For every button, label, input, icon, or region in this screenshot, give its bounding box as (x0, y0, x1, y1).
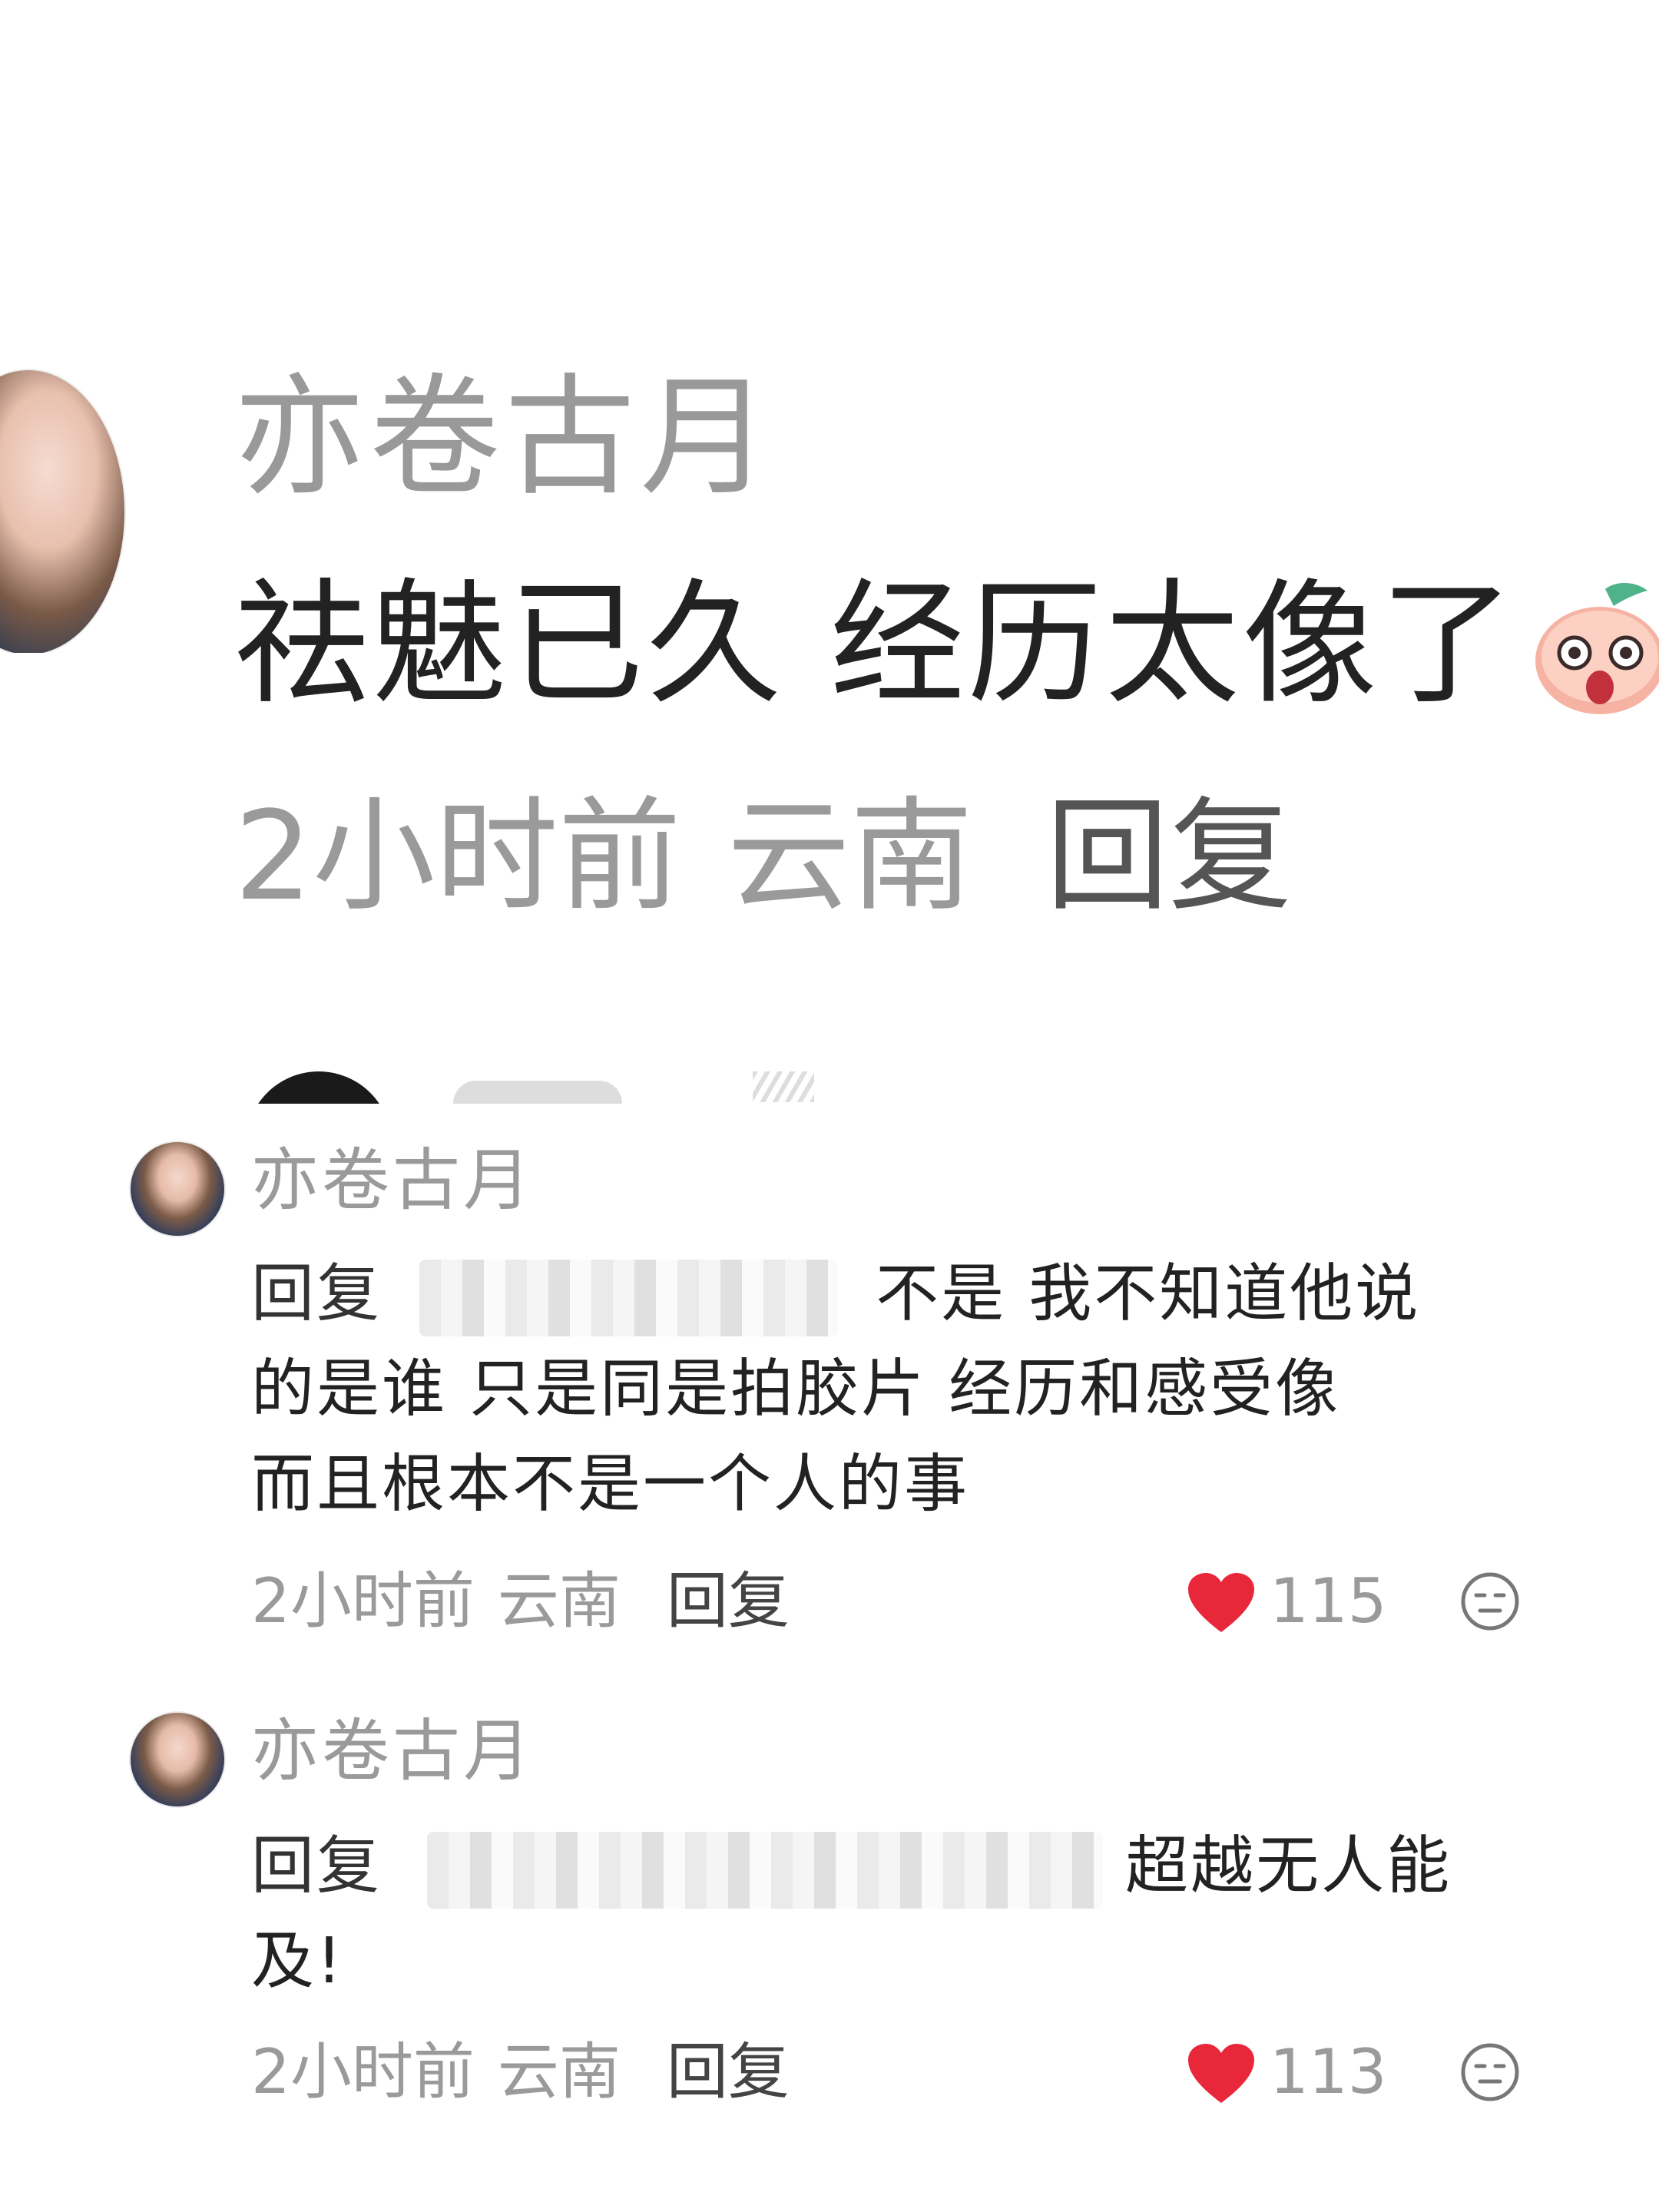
reply-line-1: 回复 超越无人能 (251, 1819, 1557, 1914)
comment-text: 祛魅已久 经历太像了 (234, 565, 1518, 726)
reply-button[interactable]: 回复 (667, 1565, 790, 1637)
reply-text-line: 超越无人能 (1125, 1830, 1452, 1902)
reply-button[interactable]: 回复 (667, 2036, 790, 2108)
comment-meta: 2小时前 云南 回复 (234, 780, 1292, 933)
like-count: 115 (1270, 1565, 1387, 1637)
avatar-image (0, 369, 126, 653)
comment-time: 2小时前 (234, 784, 681, 928)
reply-meta: 2小时前 云南 回复 (251, 1563, 790, 1640)
reply-username[interactable]: 亦卷古月 (251, 1141, 534, 1220)
reply-username[interactable]: 亦卷古月 (251, 1711, 534, 1791)
reply-text: 回复 超越无人能 及! (251, 1819, 1557, 2009)
comment-location: 云南 (727, 784, 973, 928)
avatar (246, 1071, 392, 1104)
reply-time: 2小时前 (251, 2036, 475, 2108)
blurred-username-mask (427, 1831, 1104, 1909)
cropped-glyph (753, 1071, 814, 1102)
reply-prefix: 回复 (251, 1257, 382, 1330)
comment-text-content: 祛魅已久 经历太像了 (234, 567, 1518, 723)
blurred-username-mask (419, 1259, 839, 1336)
like-button[interactable]: 115 (1187, 1563, 1463, 1640)
avatar[interactable] (129, 1141, 226, 1237)
reply-location: 云南 (497, 1565, 621, 1637)
like-button[interactable]: 113 (1187, 2034, 1463, 2111)
like-count: 113 (1270, 2036, 1387, 2108)
reply-button[interactable]: 回复 (1046, 784, 1292, 928)
avatar[interactable] (129, 1711, 226, 1808)
dislike-face-icon[interactable] (1459, 2041, 1521, 2103)
reply-line-2: 及! (251, 1925, 344, 1998)
heart-icon (1188, 1573, 1254, 1632)
reply-text: 回复 不是 我不知道他说 的是谁 只是同是拍胶片 经历和感受像 而且根本不是一个… (251, 1247, 1557, 1532)
cropped-next-comment (246, 1071, 937, 1104)
heart-icon (1188, 2044, 1254, 2103)
reply-line-1: 回复 不是 我不知道他说 (251, 1247, 1557, 1342)
reply-text-line: 不是 我不知道他说 (876, 1257, 1421, 1330)
top-comment: 亦卷古月 祛魅已久 经历太像了 2小时前 云南 回复 (0, 346, 1659, 960)
dislike-face-icon[interactable] (1459, 1571, 1521, 1632)
reply-line-2: 的是谁 只是同是拍胶片 经历和感受像 (251, 1353, 1341, 1426)
peach-surprised-emoji-icon (1535, 582, 1659, 714)
reply-time: 2小时前 (251, 1565, 475, 1637)
reply-line-3: 而且根本不是一个人的事 (251, 1448, 970, 1521)
reply-location: 云南 (497, 2036, 621, 2108)
reply-prefix: 回复 (251, 1830, 382, 1902)
comment-username[interactable]: 亦卷古月 (234, 361, 775, 515)
reply-meta: 2小时前 云南 回复 (251, 2034, 790, 2111)
avatar[interactable] (0, 369, 138, 653)
cropped-username (453, 1081, 622, 1104)
